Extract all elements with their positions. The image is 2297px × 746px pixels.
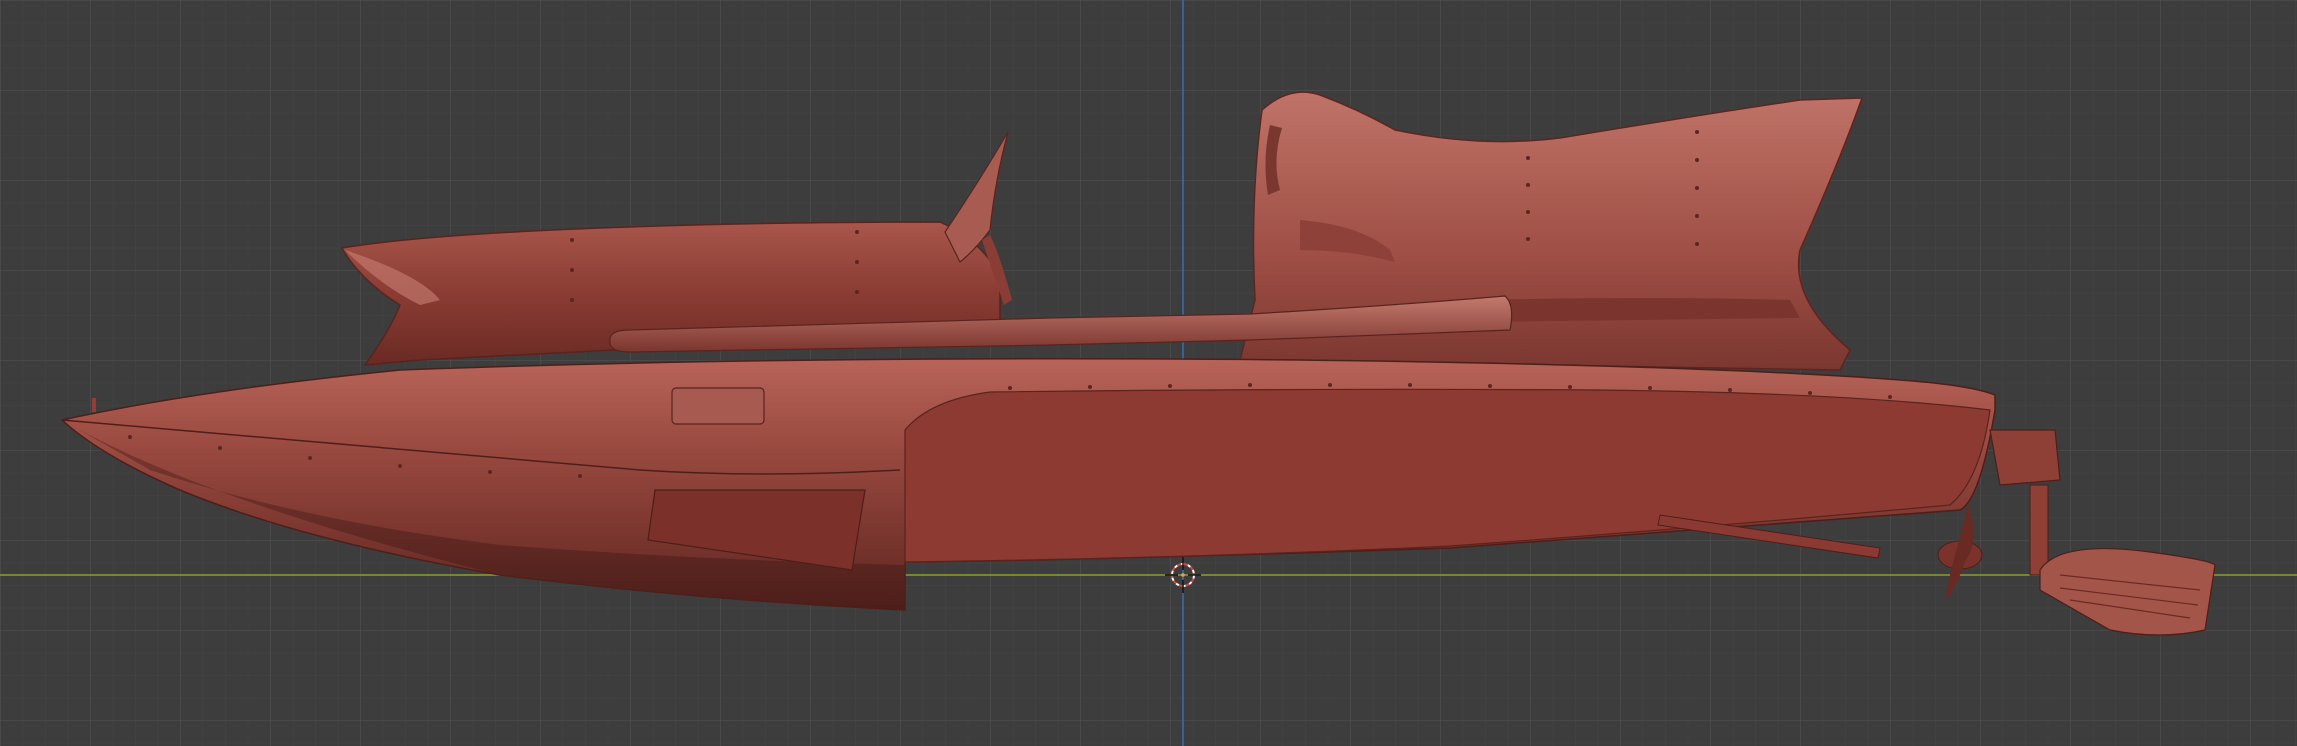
sponson-panel (904, 388, 1991, 563)
deck-hatch (671, 387, 765, 425)
transom-bracket (1989, 429, 2061, 486)
viewport-scene[interactable] (0, 0, 2297, 746)
rudder-blade (2039, 548, 2216, 636)
windscreen-fin (944, 131, 1009, 263)
rudder-post (2029, 484, 2049, 576)
bow-cleat (92, 398, 96, 412)
speedboat-model[interactable] (60, 91, 2216, 636)
cockpit-lip (1480, 298, 1800, 322)
3d-cursor-icon[interactable] (1165, 557, 1201, 593)
